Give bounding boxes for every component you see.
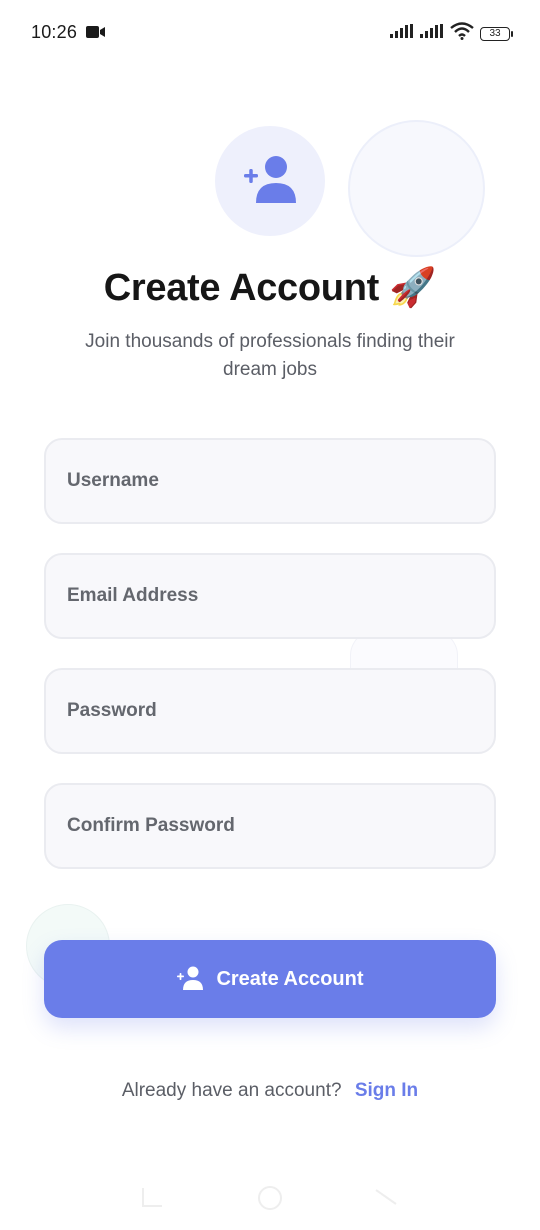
confirm-password-input[interactable] bbox=[46, 815, 494, 837]
back-nav-icon bbox=[142, 1188, 162, 1207]
avatar-badge bbox=[215, 126, 325, 236]
password-input[interactable] bbox=[46, 700, 494, 722]
sign-in-link[interactable]: Sign In bbox=[355, 1080, 418, 1101]
password-field[interactable] bbox=[44, 668, 496, 754]
page-title-text: Create Account bbox=[103, 267, 380, 309]
signal-icon bbox=[420, 24, 444, 43]
signin-prompt-row: Already have an account? Sign In bbox=[0, 1080, 540, 1102]
create-account-button[interactable]: Create Account bbox=[44, 940, 496, 1018]
email-field[interactable] bbox=[44, 553, 496, 639]
battery-icon: 33 bbox=[480, 26, 513, 41]
recents-nav-icon bbox=[375, 1189, 397, 1205]
home-nav-icon bbox=[258, 1186, 282, 1210]
add-user-icon bbox=[176, 965, 204, 994]
create-account-button-label: Create Account bbox=[216, 967, 364, 990]
status-icons: 33 bbox=[390, 22, 513, 45]
username-input[interactable] bbox=[46, 470, 494, 492]
username-field[interactable] bbox=[44, 438, 496, 524]
signal-icon bbox=[390, 24, 414, 43]
confirm-password-field[interactable] bbox=[44, 783, 496, 869]
status-time: 10:26 bbox=[31, 22, 78, 42]
rocket-emoji: 🚀 bbox=[389, 267, 437, 309]
system-navigation-bar bbox=[0, 1186, 540, 1216]
wifi-icon bbox=[450, 22, 474, 45]
video-camera-icon bbox=[86, 25, 106, 44]
email-input[interactable] bbox=[46, 585, 494, 607]
add-user-icon bbox=[242, 153, 298, 210]
status-bar: 10:26 33 bbox=[0, 0, 540, 64]
signin-prompt-text: Already have an account? bbox=[121, 1080, 342, 1101]
page-title: Create Account 🚀 bbox=[0, 266, 540, 310]
page-subtitle: Join thousands of professionals finding … bbox=[85, 331, 455, 380]
decorative-circle bbox=[348, 120, 485, 257]
